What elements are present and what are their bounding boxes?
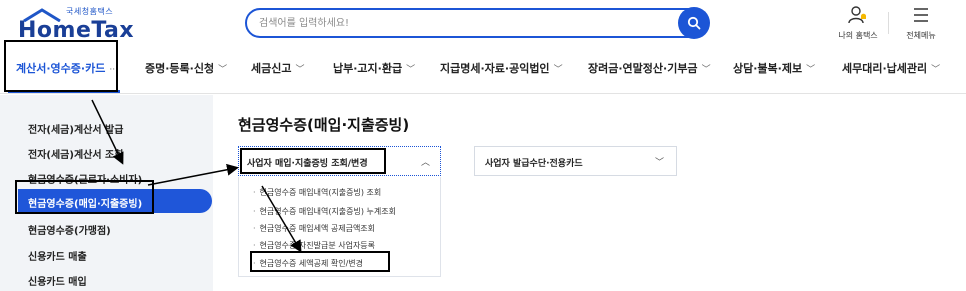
gnb-item-consult[interactable]: 상담·불복·제보 ﹀ — [733, 60, 815, 76]
gnb-item-tax-filing[interactable]: 세금신고 ﹀ — [251, 60, 305, 76]
my-hometax-label: 나의 홈택스 — [838, 31, 878, 40]
chevron-down-icon: ﹀ — [931, 65, 941, 75]
chevron-down-icon: ﹀ — [295, 65, 305, 75]
page-title: 현금영수증(매입·지출증빙) — [238, 116, 410, 134]
sub-item-deduction-query[interactable]: 현금영수증 매입세액 공제금액조회 — [253, 223, 376, 234]
sidebar-item-einvoice-query[interactable]: 전자(세금)계산서 조회 — [28, 146, 123, 161]
sidebar-item-credit-card-sales[interactable]: 신용카드 매출 — [28, 248, 87, 263]
sidebar-item-cash-receipt-merchant[interactable]: 현금영수증(가맹점) — [28, 222, 111, 237]
accordion-label: 사업자 발급수단·전용카드 — [485, 159, 583, 169]
global-nav: 계산서·영수증·카드 ·· 증명·등록·신청 ﹀ 세금신고 ﹀ 납부·고지·환급 ﹀ 지… — [0, 44, 966, 94]
hometax-logo[interactable]: 국세청홈택스 HomeTax — [16, 6, 134, 43]
chevron-up-icon: ︿ — [420, 158, 430, 168]
logo-subtitle: 국세청홈택스 — [66, 7, 114, 16]
gnb-item-payment[interactable]: 납부·고지·환급 ﹀ — [333, 60, 415, 76]
chevron-down-icon: ﹀ — [553, 65, 563, 75]
user-bell-icon — [848, 6, 866, 24]
gnb-item-statements[interactable]: 지급명세·자료·공익법인 ﹀ — [440, 60, 563, 76]
search-box — [245, 7, 710, 39]
sidebar-item-einvoice-issue[interactable]: 전자(세금)계산서 발급 — [28, 121, 123, 136]
chevron-down-icon: ﹀ — [406, 65, 416, 75]
gnb-item-agent[interactable]: 세무대리·납세관리 ﹀ — [842, 60, 940, 76]
chevron-down-icon: ﹀ — [654, 158, 664, 168]
all-menu-label: 전체메뉴 — [906, 31, 936, 40]
search-input[interactable] — [259, 14, 659, 32]
search-icon — [687, 16, 701, 30]
sidebar-item-credit-card-purchase[interactable]: 신용카드 매입 — [28, 273, 87, 288]
highlight-box-accordion — [240, 148, 386, 174]
hamburger-menu-icon — [914, 8, 928, 22]
gnb-item-certificate[interactable]: 증명·등록·신청 ﹀ — [145, 60, 227, 76]
search-button[interactable] — [678, 7, 710, 39]
chevron-down-icon: ﹀ — [701, 65, 711, 75]
my-hometax-button[interactable]: 나의 홈택스 — [833, 6, 883, 41]
sub-item-self-issue-register[interactable]: 현금영수증 자진발급분 사업자등록 — [253, 240, 376, 251]
sub-item-purchase-query[interactable]: 현금영수증 매입내역(지출증빙) 조회 — [253, 187, 382, 198]
highlight-box-gnb — [4, 40, 118, 92]
sub-item-purchase-cumulative[interactable]: 현금영수증 매입내역(지출증빙) 누계조회 — [253, 206, 396, 217]
chevron-down-icon: ﹀ — [218, 65, 228, 75]
util-divider — [888, 12, 889, 34]
all-menu-button[interactable]: 전체메뉴 — [896, 6, 946, 41]
header: 국세청홈택스 HomeTax 나의 홈택스 전체메뉴 — [0, 0, 966, 44]
accordion-issue-means[interactable]: 사업자 발급수단·전용카드 ﹀ — [474, 146, 677, 176]
chevron-down-icon: ﹀ — [806, 65, 816, 75]
highlight-box-sub-item — [250, 251, 390, 272]
highlight-box-sidebar — [15, 180, 154, 214]
gnb-item-incentive[interactable]: 장려금·연말정산·기부금 ﹀ — [588, 60, 711, 76]
